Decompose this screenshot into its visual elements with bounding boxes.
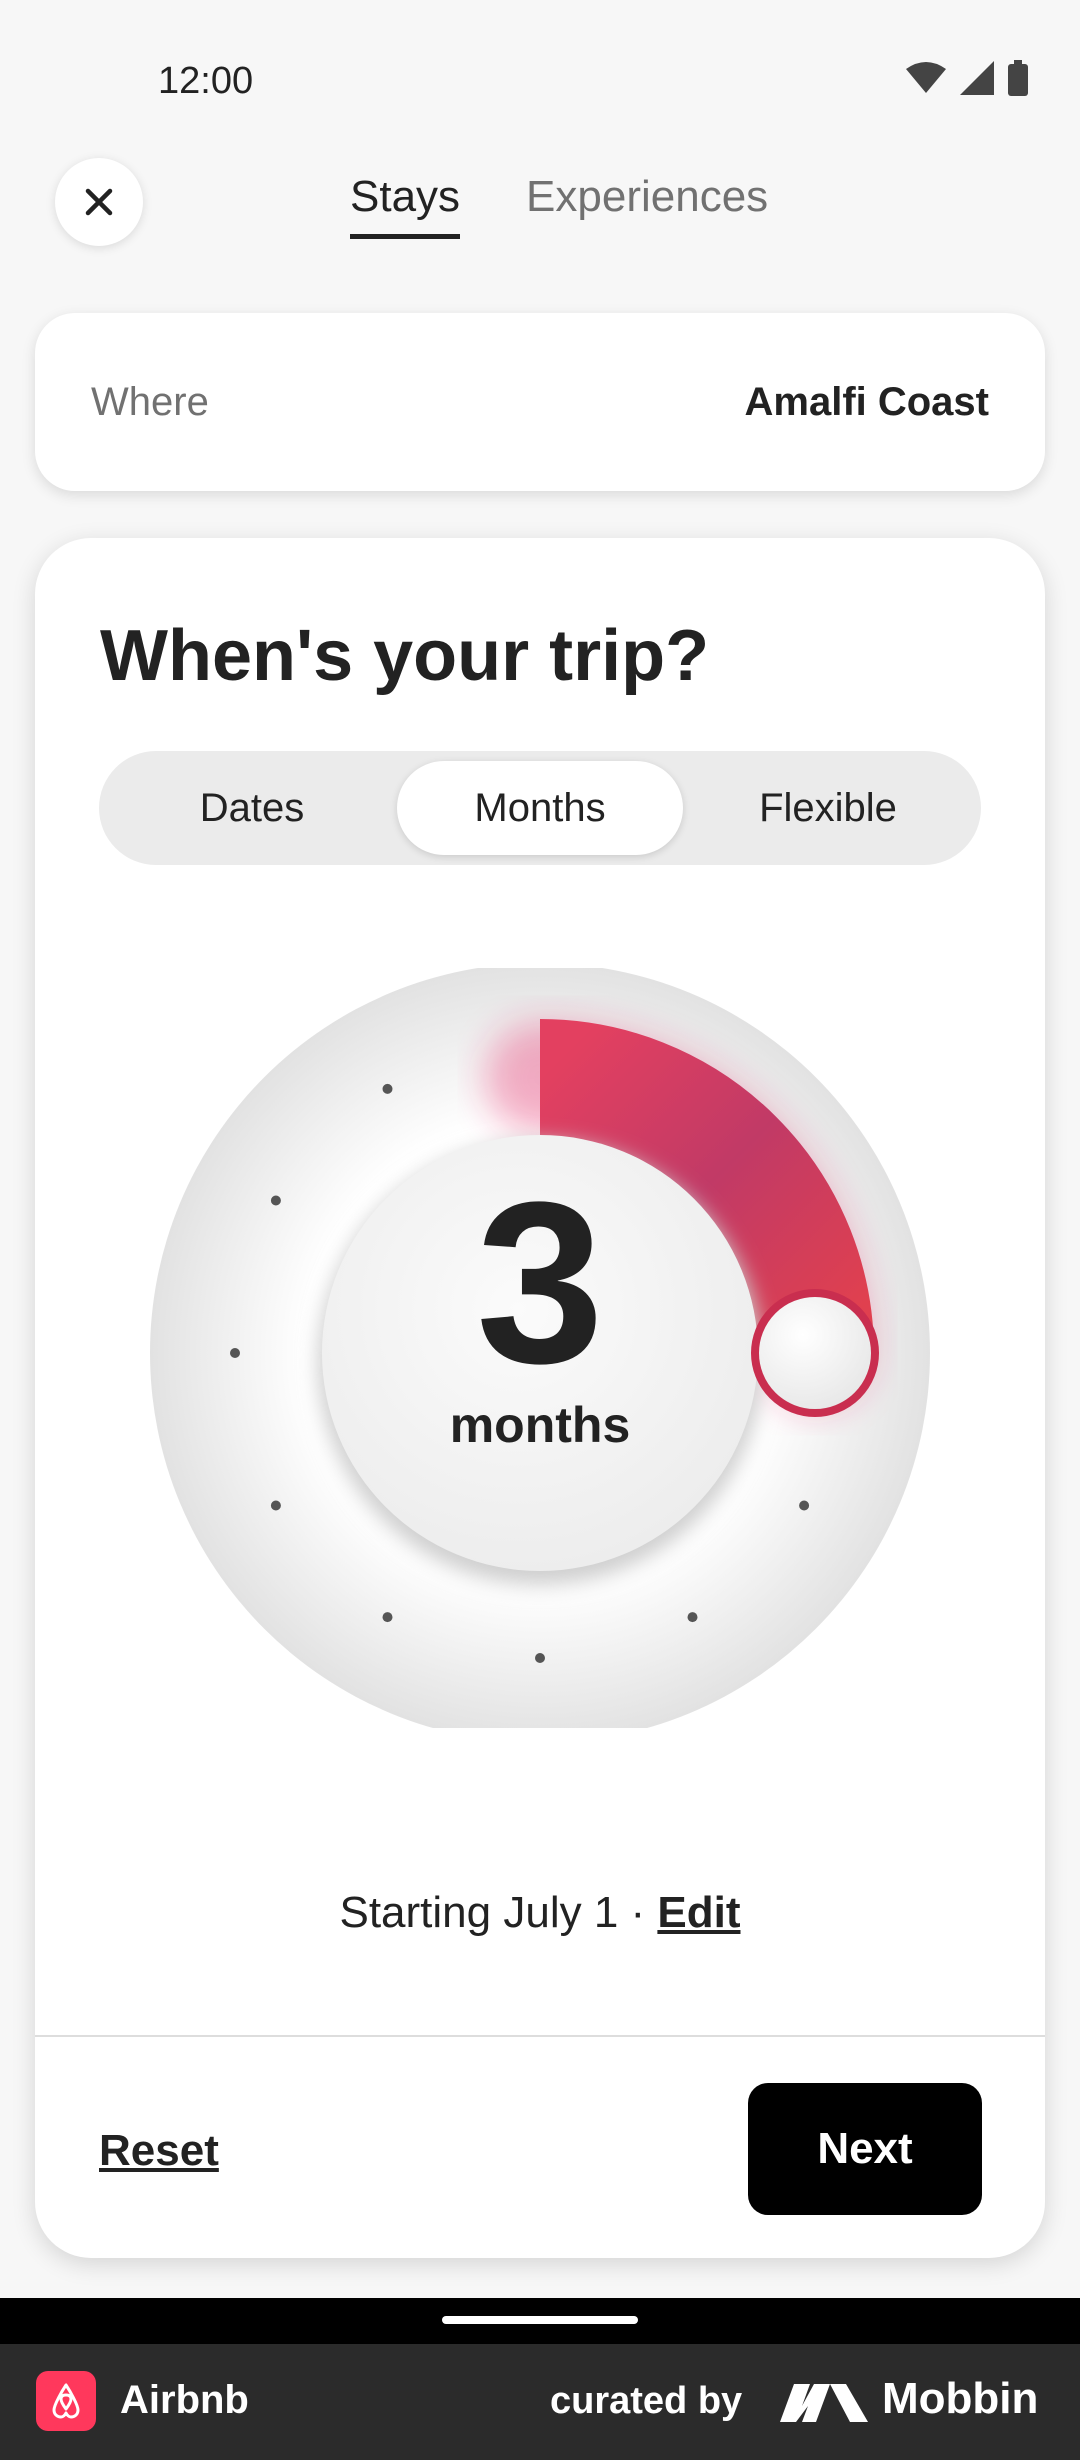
tab-experiences[interactable]: Experiences — [526, 172, 768, 239]
close-icon — [85, 188, 113, 216]
curator-name: Mobbin — [882, 2374, 1039, 2423]
month-dot — [382, 1612, 393, 1623]
option-flexible[interactable]: Flexible — [685, 751, 971, 865]
status-icons — [906, 60, 1028, 96]
trip-card: When's your trip? Dates Months Flexible — [35, 538, 1045, 2258]
where-card[interactable]: Where Amalfi Coast — [35, 313, 1045, 491]
month-dial: 3 months — [35, 968, 1045, 1728]
months-unit: months — [449, 1397, 631, 1453]
next-button[interactable]: Next — [748, 2083, 982, 2215]
attribution-footer: Airbnb curated by Mobbin — [0, 2344, 1080, 2460]
trip-title: When's your trip? — [100, 616, 710, 696]
reset-button[interactable]: Reset — [99, 2126, 219, 2176]
mobbin-logo-icon — [780, 2384, 868, 2422]
signal-icon — [960, 61, 994, 95]
status-time: 12:00 — [158, 60, 254, 102]
close-button[interactable] — [55, 158, 143, 246]
months-count: 3 — [476, 1154, 604, 1411]
battery-icon — [1008, 60, 1028, 96]
tab-stays[interactable]: Stays — [350, 172, 461, 239]
curated-by-label: curated by — [550, 2380, 743, 2422]
edit-start-date-link[interactable]: Edit — [657, 1888, 740, 1937]
footer-divider — [35, 2035, 1045, 2037]
month-dot — [270, 1500, 281, 1511]
airbnb-logo-icon — [36, 2371, 96, 2431]
month-dot — [535, 1653, 545, 1663]
option-dates[interactable]: Dates — [109, 751, 395, 865]
month-dot — [382, 1083, 393, 1094]
status-bar: 12:00 — [0, 0, 1080, 160]
month-dot — [799, 1500, 810, 1511]
home-indicator[interactable] — [442, 2316, 638, 2324]
date-mode-selector: Dates Months Flexible — [99, 751, 981, 865]
search-tabs: Stays Experiences — [350, 172, 768, 239]
option-months[interactable]: Months — [397, 761, 683, 855]
month-dot — [687, 1612, 698, 1623]
wifi-icon — [906, 62, 946, 93]
where-value: Amalfi Coast — [744, 379, 990, 424]
start-date-line: Starting July 1 · Edit — [35, 1888, 1045, 1938]
start-date-text: Starting July 1 · — [339, 1888, 658, 1937]
app-name: Airbnb — [120, 2378, 249, 2422]
where-label: Where — [91, 379, 209, 424]
